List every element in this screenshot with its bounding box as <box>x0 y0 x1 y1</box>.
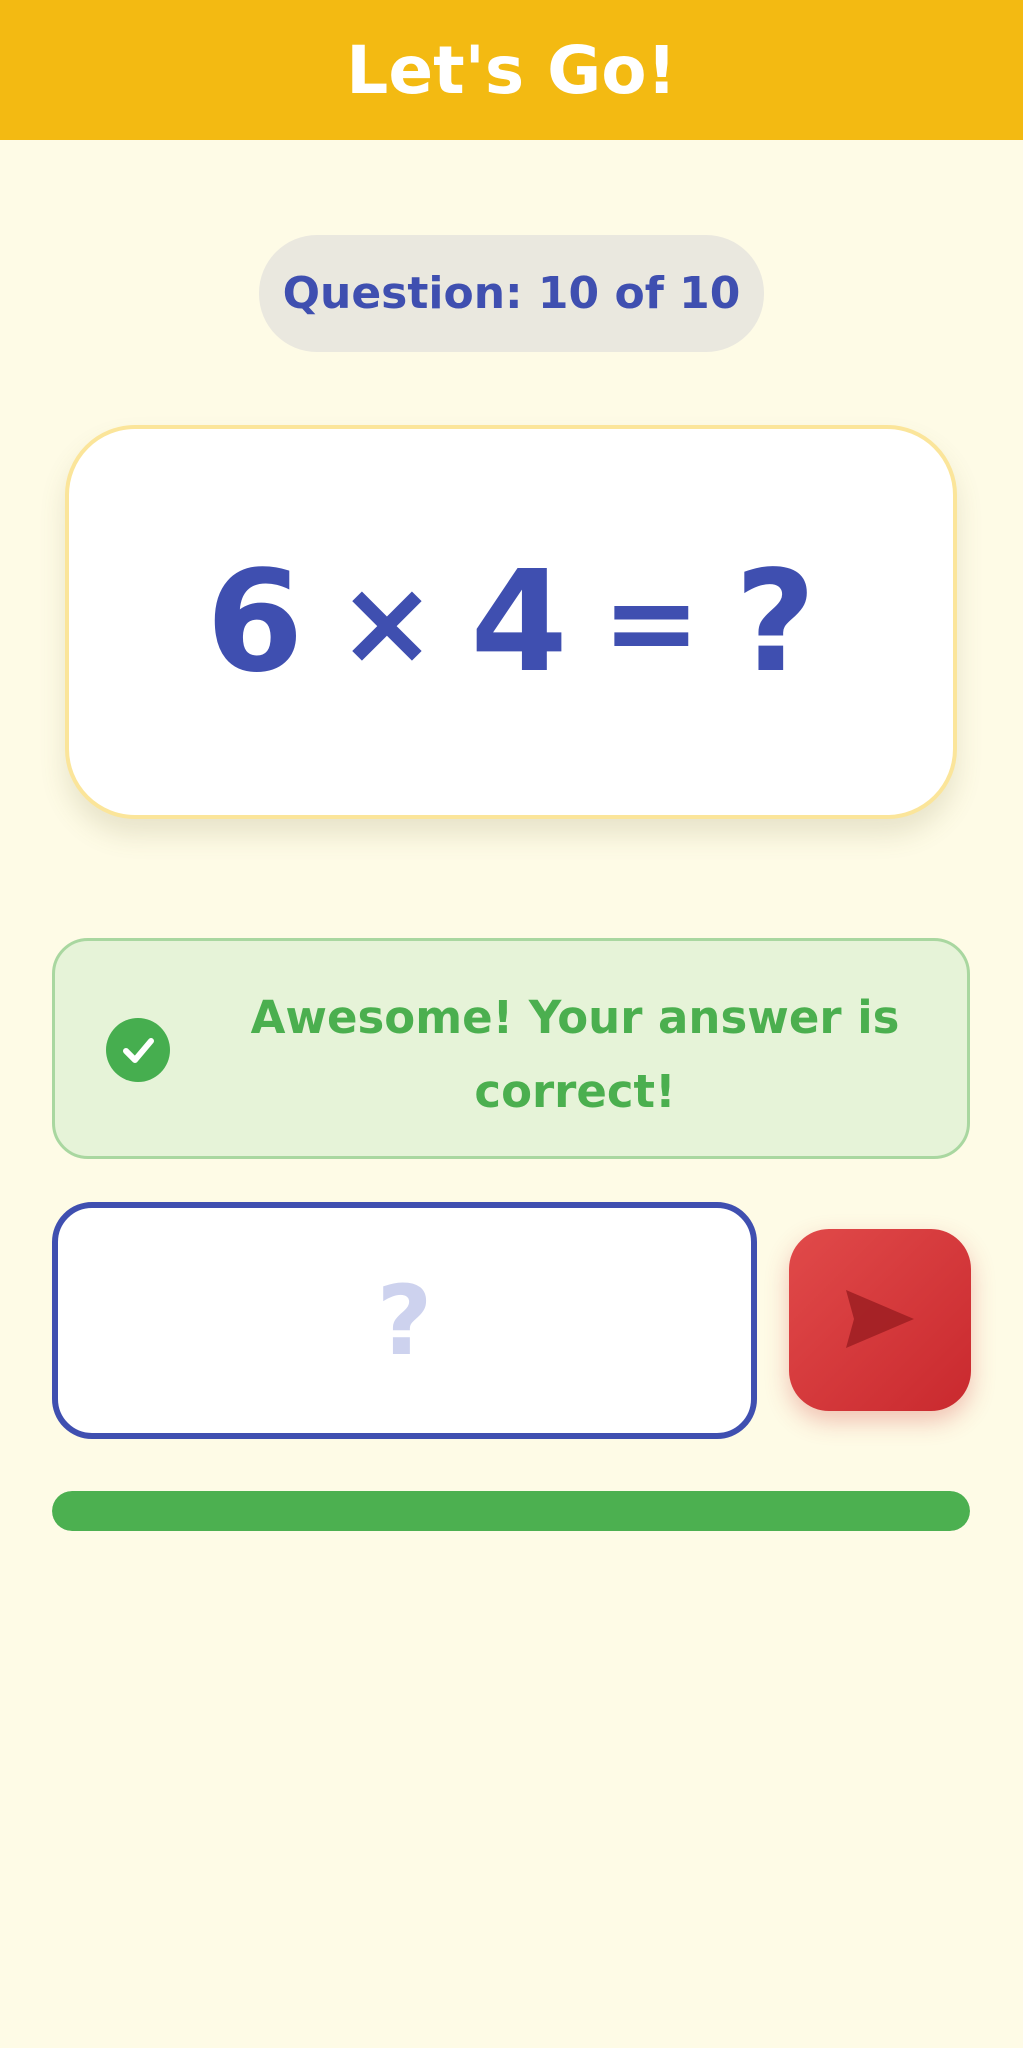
right-operand: 4 <box>470 540 568 704</box>
question-counter-label: Question: 10 of 10 <box>282 268 741 319</box>
equation: 6 × 4 = ? <box>206 541 816 704</box>
left-operand: 6 <box>206 540 304 704</box>
check-circle-icon <box>106 1018 170 1082</box>
progress-fill <box>52 1491 970 1531</box>
feedback-message: Awesome! Your answer is correct! <box>250 991 900 1118</box>
multiply-operator: × <box>337 553 437 691</box>
feedback-banner: Awesome! Your answer is correct! <box>52 938 970 1159</box>
answer-input[interactable] <box>52 1202 757 1439</box>
progress-bar <box>52 1491 970 1531</box>
submit-button[interactable] <box>789 1229 971 1411</box>
unknown-symbol: ? <box>734 540 816 704</box>
send-icon <box>844 1288 916 1353</box>
app-title: Let's Go! <box>346 31 677 109</box>
app-bar: Let's Go! <box>0 0 1023 140</box>
equation-card: 6 × 4 = ? <box>65 425 957 819</box>
question-counter: Question: 10 of 10 <box>259 235 764 352</box>
equals-sign: = <box>601 553 701 691</box>
